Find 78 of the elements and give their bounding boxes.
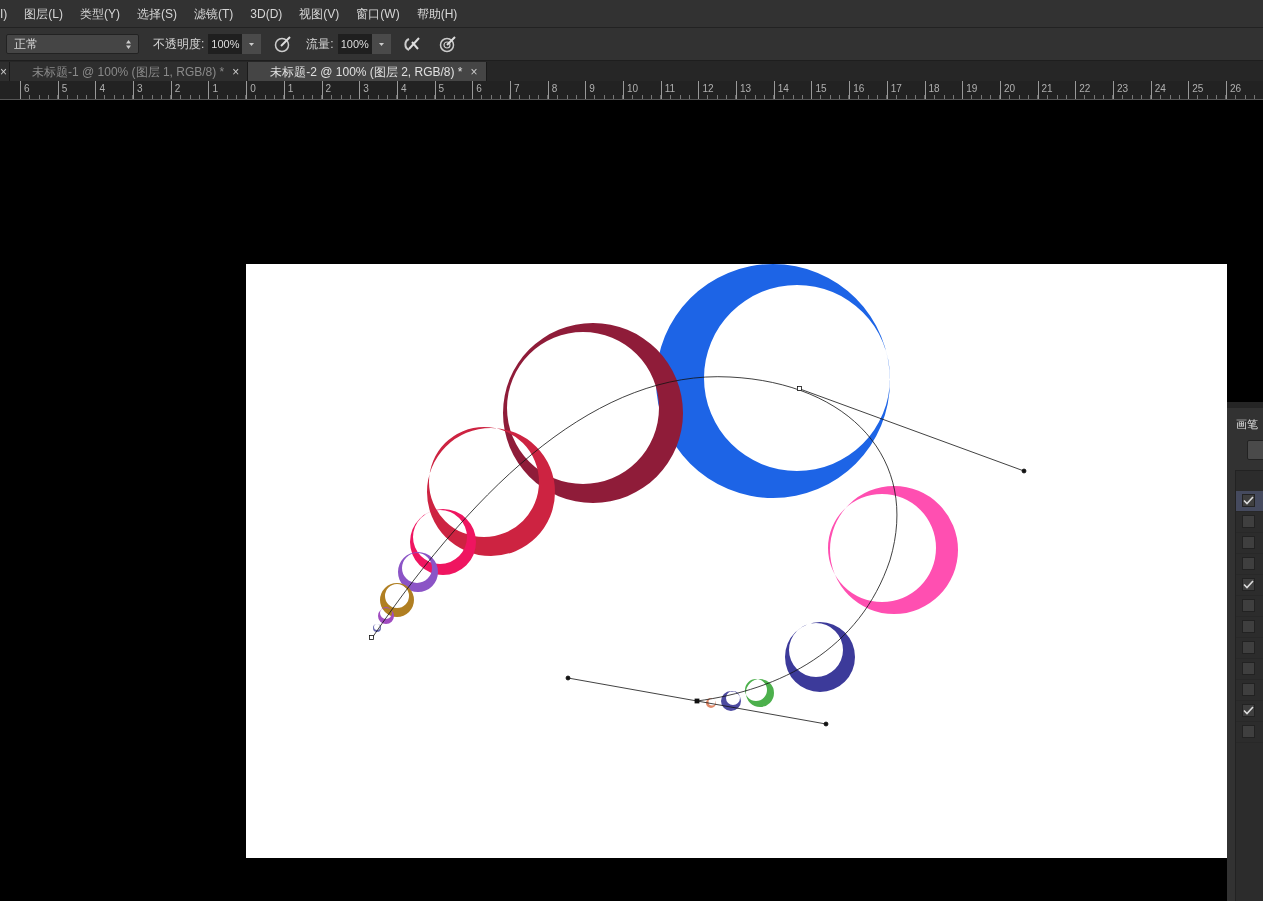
ruler-label: 17 xyxy=(890,82,902,96)
menu-item[interactable]: 窗口(W) xyxy=(356,4,400,23)
opacity-label: 不透明度: xyxy=(153,36,205,53)
ruler-label: 25 xyxy=(1192,82,1204,96)
checkbox[interactable] xyxy=(1242,599,1255,612)
checkbox[interactable] xyxy=(1242,683,1255,696)
menu-item[interactable]: 类型(Y) xyxy=(80,4,120,23)
checkbox[interactable] xyxy=(1242,515,1255,528)
ruler-label: 9 xyxy=(589,82,595,96)
tab-title: 未标题-2 @ 100% (图层 2, RGB/8) * xyxy=(270,63,463,81)
ruler-label: 0 xyxy=(250,82,256,96)
ruler-label: 22 xyxy=(1079,82,1091,96)
ruler-label: 4 xyxy=(99,82,105,96)
ruler-label: 6 xyxy=(476,82,482,96)
menu-item[interactable]: 3D(D) xyxy=(250,4,283,23)
ruler-label: 6 xyxy=(24,82,30,96)
ruler-label: 4 xyxy=(400,82,407,96)
checkbox[interactable] xyxy=(1242,641,1255,654)
checkmark-icon xyxy=(1243,580,1254,589)
ruler-label: 2 xyxy=(325,82,332,96)
ruler-label: 24 xyxy=(1154,82,1166,96)
ruler-label: 15 xyxy=(815,82,827,96)
ruler-label: 23 xyxy=(1116,82,1129,96)
ruler-label: 14 xyxy=(777,82,789,96)
ruler-label: 11 xyxy=(664,82,676,96)
panel-title: 画笔 xyxy=(1235,417,1259,432)
flow-field[interactable]: 100% xyxy=(337,34,372,54)
dropdown-button[interactable] xyxy=(242,34,262,54)
ruler-label: 7 xyxy=(513,82,520,96)
ruler-label: 5 xyxy=(61,82,68,96)
ruler-label: 26 xyxy=(1230,82,1242,96)
blend-mode-dropdown[interactable]: 正常 xyxy=(6,34,139,54)
menu-item[interactable]: 帮助(H) xyxy=(416,4,458,23)
ruler-label: 12 xyxy=(702,82,714,96)
menu-item[interactable]: 视图(V) xyxy=(299,4,340,23)
ruler-label: 1 xyxy=(212,82,218,96)
close-button[interactable]: × xyxy=(232,62,240,81)
opacity-field[interactable]: 100% xyxy=(208,34,243,54)
checkbox[interactable] xyxy=(1242,620,1255,633)
ruler-label: 8 xyxy=(551,82,558,96)
checkmark-icon xyxy=(1243,496,1254,505)
caret-icon xyxy=(249,42,255,46)
checkbox[interactable] xyxy=(1242,725,1255,738)
checkmark-icon xyxy=(1243,706,1254,715)
checkbox[interactable] xyxy=(1242,578,1255,591)
up-down-arrow-icon xyxy=(126,39,131,49)
ruler-label: 20 xyxy=(1003,82,1015,96)
ruler-label: 10 xyxy=(627,82,639,96)
menu-item[interactable]: 图层(L) xyxy=(24,4,63,23)
brush-option-row[interactable] xyxy=(1236,490,1263,512)
brush-pressure-icon[interactable] xyxy=(274,35,293,53)
flow-label: 流量: xyxy=(306,36,334,53)
ruler-label: 16 xyxy=(853,82,865,96)
checkbox[interactable] xyxy=(1242,704,1255,717)
airbrush-icon[interactable] xyxy=(402,36,421,52)
menu-item[interactable]: 滤镜(T) xyxy=(194,4,234,23)
ruler-label: 3 xyxy=(363,82,369,96)
document-tab[interactable]: 未标题-1 @ 100% (图层 1, RGB/8) * × xyxy=(10,62,249,81)
ruler-label: 19 xyxy=(966,82,978,96)
checkbox[interactable] xyxy=(1242,536,1255,549)
ruler-label: 5 xyxy=(438,82,445,96)
caret-icon xyxy=(378,42,384,46)
close-button[interactable]: × xyxy=(470,62,478,81)
ruler-label: 21 xyxy=(1041,82,1053,96)
ruler-label: 3 xyxy=(137,82,143,96)
checkbox[interactable] xyxy=(1242,494,1255,507)
brush-size-pressure-icon[interactable] xyxy=(438,35,457,53)
menu-item[interactable]: 选择(S) xyxy=(137,4,177,23)
document-tab[interactable]: 未标题-2 @ 100% (图层 2, RGB/8) * × xyxy=(248,62,487,81)
ruler-label: 13 xyxy=(740,82,752,96)
ruler-label: 1 xyxy=(287,82,294,96)
menu-item[interactable]: I) xyxy=(0,4,8,23)
checkbox[interactable] xyxy=(1242,557,1255,570)
checkbox[interactable] xyxy=(1242,662,1255,675)
panel-button[interactable] xyxy=(1247,439,1263,460)
ruler-label: 2 xyxy=(174,82,181,96)
tab-title: 未标题-1 @ 100% (图层 1, RGB/8) * xyxy=(32,63,225,81)
ruler-label: 18 xyxy=(928,82,940,96)
